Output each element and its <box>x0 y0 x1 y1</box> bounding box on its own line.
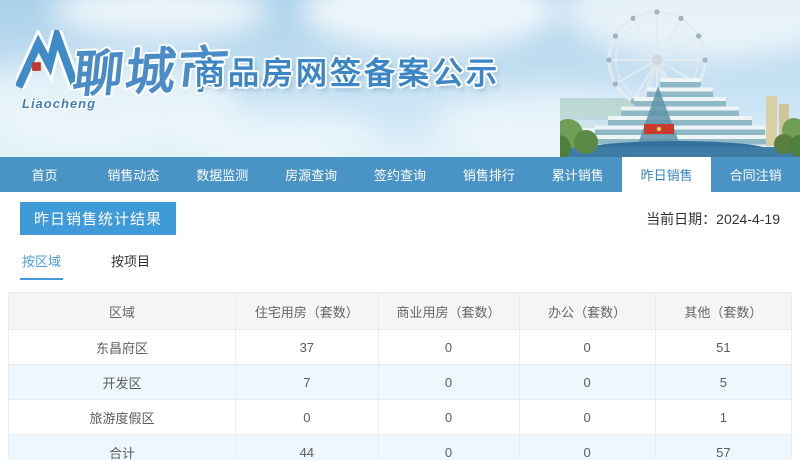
region-cell: 旅游度假区 <box>7 399 237 435</box>
page-title: 昨日销售统计结果 <box>20 202 177 235</box>
value-cell: 0 <box>377 434 520 460</box>
nav: 首页 销售动态 数据监测 房源查询 签约查询 销售排行 累计销售 昨日销售 合同注销 <box>0 157 800 192</box>
nav-item-data-monitoring[interactable]: 数据监测 <box>178 157 267 192</box>
value-cell: 0 <box>377 329 520 365</box>
table-row: 合计 44 0 0 57 <box>7 434 793 460</box>
table-row: 开发区 7 0 0 5 <box>7 364 793 400</box>
value-cell: 0 <box>518 434 656 460</box>
tabs: 按区域 按项目 <box>20 251 780 280</box>
region-cell: 合计 <box>7 434 237 460</box>
nav-item-yesterday-sales[interactable]: 昨日销售 <box>622 157 712 192</box>
nav-item-home[interactable]: 首页 <box>0 157 89 192</box>
value-cell: 57 <box>654 434 793 460</box>
title-row: 昨日销售统计结果 当前日期：2024-4-19 <box>20 202 780 235</box>
nav-item-sales-ranking[interactable]: 销售排行 <box>444 157 533 192</box>
value-cell: 0 <box>518 364 656 400</box>
nav-item-signing-query[interactable]: 签约查询 <box>356 157 445 192</box>
banner-title: 商品房网签备案公示 <box>194 56 500 91</box>
nav-item-listing-query[interactable]: 房源查询 <box>267 157 356 192</box>
value-cell: 0 <box>377 399 520 435</box>
value-cell: 0 <box>235 399 379 435</box>
current-date-value: 2024-4-19 <box>716 210 780 227</box>
ferris-wheel-building-illustration <box>560 9 800 157</box>
nav-item-sales-dynamics[interactable]: 销售动态 <box>89 157 178 192</box>
column-header: 商业用房（套数） <box>377 292 520 330</box>
table-body: 东昌府区 37 0 0 51 开发区 7 0 0 5 旅游度假区 0 0 0 1 合计 44 0 0 57 <box>7 329 793 460</box>
current-date-label: 当前日期： <box>646 210 717 227</box>
table-header-row: 区域 住宅用房（套数） 商业用房（套数） 办公（套数） 其他（套数） <box>7 292 793 330</box>
value-cell: 51 <box>654 329 793 365</box>
nav-item-contract-cancellation[interactable]: 合同注销 <box>711 157 800 192</box>
region-cell: 东昌府区 <box>7 329 237 365</box>
nav-item-cumulative-sales[interactable]: 累计销售 <box>533 157 622 192</box>
table-row: 东昌府区 37 0 0 51 <box>7 329 793 365</box>
column-header: 办公（套数） <box>518 292 656 330</box>
value-cell: 44 <box>235 434 379 460</box>
value-cell: 37 <box>235 329 379 365</box>
value-cell: 0 <box>518 329 656 365</box>
value-cell: 1 <box>654 399 793 435</box>
value-cell: 0 <box>377 364 520 400</box>
stats-table-wrap: 区域 住宅用房（套数） 商业用房（套数） 办公（套数） 其他（套数） 东昌府区 37 0 0 5… <box>7 292 793 460</box>
column-header: 区域 <box>7 292 237 330</box>
tab-by-region[interactable]: 按区域 <box>20 251 64 280</box>
table-row: 旅游度假区 0 0 0 1 <box>7 399 793 435</box>
region-cell: 开发区 <box>7 364 237 400</box>
cloud-decoration <box>300 0 560 50</box>
cloud-decoration <box>180 110 380 157</box>
banner: Liaocheng 聊城市 商品房网签备案公示 <box>0 0 800 157</box>
stats-table: 区域 住宅用房（套数） 商业用房（套数） 办公（套数） 其他（套数） 东昌府区 37 0 0 5… <box>7 292 793 460</box>
current-date: 当前日期：2024-4-19 <box>646 209 780 229</box>
value-cell: 7 <box>235 364 379 400</box>
column-header: 其他（套数） <box>654 292 793 330</box>
tab-by-project[interactable]: 按项目 <box>109 251 152 280</box>
liaocheng-logo-icon <box>16 30 78 90</box>
column-header: 住宅用房（套数） <box>235 292 379 330</box>
value-cell: 5 <box>654 364 793 400</box>
value-cell: 0 <box>518 399 656 435</box>
